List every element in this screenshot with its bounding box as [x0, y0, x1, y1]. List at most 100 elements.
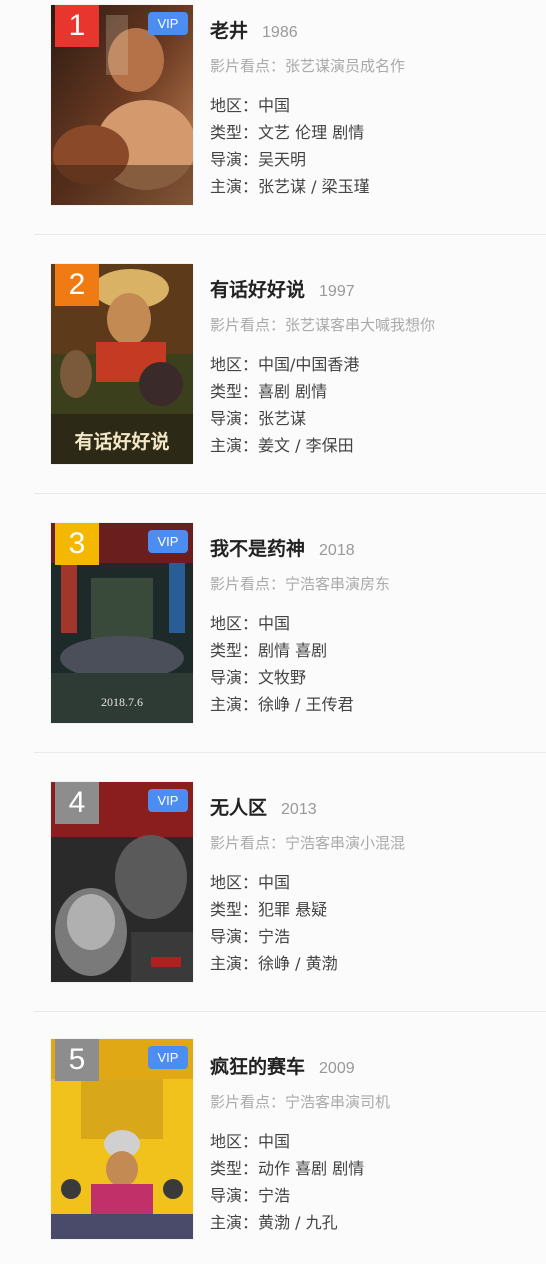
region-label: 地区：: [210, 96, 259, 115]
director-value: 张艺谋: [258, 409, 307, 428]
region-value: 中国: [258, 873, 291, 892]
movie-title[interactable]: 我不是药神: [210, 538, 305, 560]
region-value: 中国/中国香港: [258, 355, 360, 374]
highlight-label: 影片看点：: [210, 834, 286, 852]
movie-genre: 类型：犯罪 悬疑: [210, 896, 327, 920]
region-label: 地区：: [210, 614, 259, 633]
movie-title[interactable]: 老井: [210, 20, 248, 42]
movie-director: 导演：张艺谋: [210, 405, 306, 429]
movie-title[interactable]: 无人区: [210, 797, 267, 819]
region-value: 中国: [258, 96, 291, 115]
title-row[interactable]: 疯狂的赛车 2009: [210, 1052, 355, 1079]
vip-badge: VIP: [148, 789, 188, 812]
movie-highlight: 影片看点：张艺谋演员成名作: [210, 55, 405, 76]
vip-badge: VIP: [148, 12, 188, 35]
rank-badge: 2: [55, 264, 99, 306]
movie-poster[interactable]: 1 VIP: [51, 5, 193, 205]
movie-highlight: 影片看点：张艺谋客串大喊我想你: [210, 314, 435, 335]
movie-year: 2013: [281, 801, 317, 818]
movie-highlight: 影片看点：宁浩客串演房东: [210, 573, 390, 594]
region-value: 中国: [258, 1132, 291, 1151]
highlight-label: 影片看点：: [210, 575, 286, 593]
divider: [34, 234, 546, 235]
list-item[interactable]: 有话好好说 2 有话好好说 1997 影片看点：张艺谋客串大喊我想你 地区：中国/…: [0, 259, 546, 517]
director-value: 宁浩: [258, 927, 291, 946]
poster-title: 有话好好说: [74, 430, 169, 453]
genre-value: 喜剧 剧情: [258, 382, 328, 401]
movie-region: 地区：中国/中国香港: [210, 351, 359, 375]
cast-label: 主演：: [210, 954, 259, 973]
list-item[interactable]: 4 VIP 无人区 2013 影片看点：宁浩客串演小混混 地区：中国 类型：犯罪 …: [0, 777, 546, 1035]
movie-poster[interactable]: 4 VIP: [51, 782, 193, 982]
genre-value: 剧情 喜剧: [258, 641, 328, 660]
divider: [34, 1011, 546, 1012]
cast-value: 姜文 / 李保田: [258, 436, 354, 455]
highlight-label: 影片看点：: [210, 1093, 286, 1111]
region-label: 地区：: [210, 1132, 259, 1151]
rank-badge: 3: [55, 523, 99, 565]
movie-year: 1997: [319, 283, 355, 300]
highlight-text: 宁浩客串演司机: [285, 1093, 391, 1111]
movie-region: 地区：中国: [210, 1128, 290, 1152]
divider: [34, 752, 546, 753]
title-row[interactable]: 我不是药神 2018: [210, 534, 355, 561]
title-row[interactable]: 有话好好说 1997: [210, 275, 355, 302]
director-value: 吴天明: [258, 150, 307, 169]
genre-label: 类型：: [210, 900, 259, 919]
movie-poster[interactable]: 2018.7.6 3 VIP: [51, 523, 193, 723]
movie-genre: 类型：剧情 喜剧: [210, 637, 327, 661]
genre-label: 类型：: [210, 382, 259, 401]
genre-value: 犯罪 悬疑: [258, 900, 328, 919]
movie-cast: 主演：徐峥 / 王传君: [210, 691, 354, 715]
cast-value: 张艺谋 / 梁玉瑾: [258, 177, 370, 196]
movie-title[interactable]: 疯狂的赛车: [210, 1056, 305, 1078]
director-label: 导演：: [210, 1186, 259, 1205]
movie-year: 2009: [319, 1060, 355, 1077]
title-row[interactable]: 老井 1986: [210, 16, 298, 43]
list-item[interactable]: 5 VIP 疯狂的赛车 2009 影片看点：宁浩客串演司机 地区：中国 类型：动作…: [0, 1036, 546, 1264]
movie-poster[interactable]: 5 VIP: [51, 1039, 193, 1239]
rank-badge: 1: [55, 5, 99, 47]
movie-title[interactable]: 有话好好说: [210, 279, 305, 301]
divider: [34, 493, 546, 494]
movie-region: 地区：中国: [210, 92, 290, 116]
genre-label: 类型：: [210, 641, 259, 660]
movie-director: 导演：吴天明: [210, 146, 306, 170]
title-row[interactable]: 无人区 2013: [210, 793, 317, 820]
director-value: 宁浩: [258, 1186, 291, 1205]
highlight-text: 张艺谋演员成名作: [285, 57, 406, 75]
list-item[interactable]: 2018.7.6 3 VIP 我不是药神 2018 影片看点：宁浩客串演房东 地区…: [0, 518, 546, 776]
highlight-text: 宁浩客串演小混混: [285, 834, 406, 852]
genre-label: 类型：: [210, 123, 259, 142]
vip-badge: VIP: [148, 1046, 188, 1069]
highlight-label: 影片看点：: [210, 57, 286, 75]
movie-region: 地区：中国: [210, 869, 290, 893]
rank-badge: 4: [55, 782, 99, 824]
rank-badge: 5: [55, 1039, 99, 1081]
region-label: 地区：: [210, 355, 259, 374]
movie-director: 导演：宁浩: [210, 1182, 290, 1206]
cast-label: 主演：: [210, 1213, 259, 1232]
director-label: 导演：: [210, 409, 259, 428]
movie-highlight: 影片看点：宁浩客串演司机: [210, 1091, 390, 1112]
genre-value: 动作 喜剧 剧情: [258, 1159, 365, 1178]
poster-date: 2018.7.6: [101, 695, 143, 709]
movie-director: 导演：文牧野: [210, 664, 306, 688]
cast-value: 黄渤 / 九孔: [258, 1213, 338, 1232]
list-item[interactable]: 1 VIP 老井 1986 影片看点：张艺谋演员成名作 地区：中国 类型：文艺 伦…: [0, 0, 546, 258]
genre-value: 文艺 伦理 剧情: [258, 123, 365, 142]
region-value: 中国: [258, 614, 291, 633]
region-label: 地区：: [210, 873, 259, 892]
cast-value: 徐峥 / 王传君: [258, 695, 354, 714]
movie-poster[interactable]: 有话好好说 2: [51, 264, 193, 464]
movie-cast: 主演：黄渤 / 九孔: [210, 1209, 338, 1233]
highlight-text: 宁浩客串演房东: [285, 575, 391, 593]
movie-cast: 主演：张艺谋 / 梁玉瑾: [210, 173, 370, 197]
director-label: 导演：: [210, 668, 259, 687]
director-label: 导演：: [210, 927, 259, 946]
director-label: 导演：: [210, 150, 259, 169]
cast-label: 主演：: [210, 177, 259, 196]
movie-genre: 类型：动作 喜剧 剧情: [210, 1155, 364, 1179]
movie-director: 导演：宁浩: [210, 923, 290, 947]
cast-label: 主演：: [210, 695, 259, 714]
